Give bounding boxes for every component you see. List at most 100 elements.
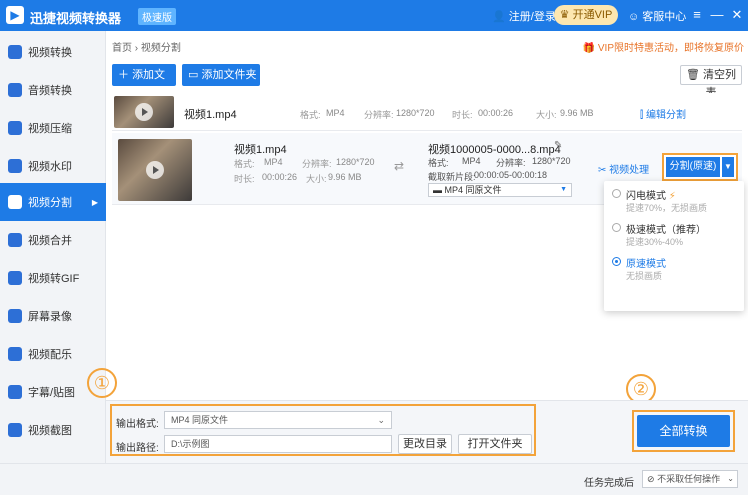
video-compress-icon (8, 121, 22, 135)
sidebar-item-video-gif[interactable]: 视频转GIF (0, 259, 106, 297)
music-icon (8, 347, 22, 361)
file-row[interactable]: 视频1.mp4 格式: MP4 分辨率: 1280*720 时长: 00:00:… (112, 93, 742, 131)
option-title: 原速模式 (626, 259, 666, 270)
status-bar: 任务完成后 ⊘ 不采取任何操作 ⌄ (0, 463, 748, 495)
promo-banner[interactable]: 🎁 VIP限时特惠活动，即将恢复原价 (583, 39, 744, 54)
radio-icon (612, 223, 621, 232)
resolution-value: 1280*720 (396, 108, 435, 118)
sidebar-item-label: 视频转GIF (28, 273, 80, 285)
output-path-input[interactable]: D:\示例图 (164, 435, 392, 453)
app-title: 迅捷视频转换器 (30, 11, 122, 26)
sidebar-item-video-split[interactable]: 视频分割 ▶ (0, 183, 106, 221)
sidebar-item-screen-record[interactable]: 屏幕录像 (0, 297, 106, 335)
user-icon: 👤 (492, 11, 506, 23)
convert-all-highlight: 全部转换 (632, 410, 735, 452)
duration-value: 00:00:26 (262, 172, 298, 182)
format-value: MP4 (326, 108, 345, 118)
minimize-icon[interactable]: — (710, 7, 724, 23)
sidebar-item-label: 视频水印 (28, 161, 72, 173)
split-mode-option-lightning[interactable]: 闪电模式 ⚡ 提速70%，无损画质 (612, 187, 736, 217)
step-marker-one: ① (87, 368, 117, 398)
sidebar-item-label: 视频压缩 (28, 123, 72, 135)
radio-selected-icon (612, 257, 621, 266)
split-mode-dropdown-icon[interactable]: ▼ (722, 157, 734, 177)
scissors-icon: ✂ (598, 165, 607, 176)
split-button[interactable]: 分割(原速) (666, 157, 720, 177)
screen-record-icon (8, 309, 22, 323)
sidebar-item-video-convert[interactable]: 视频转换 (0, 33, 106, 71)
login-label: 注册/登录 (508, 11, 556, 23)
duration-label: 时长: (452, 110, 473, 120)
file-name: 视频1.mp4 (234, 144, 287, 156)
sidebar-item-video-watermark[interactable]: 视频水印 (0, 147, 106, 185)
plus-icon: ＋ (118, 69, 129, 81)
convert-all-button[interactable]: 全部转换 (637, 415, 730, 447)
play-icon[interactable] (146, 161, 164, 179)
gift-icon: 🎁 (582, 43, 596, 54)
size-value: 9.96 MB (328, 172, 362, 182)
breadcrumb-separator: › (134, 43, 139, 54)
crown-icon: ♛ (559, 9, 570, 21)
output-format-label: 输出格式: (116, 419, 159, 430)
chevron-right-icon: ▶ (91, 197, 98, 207)
split-mode-option-fast[interactable]: 极速模式（推荐） 提速30%-40% (612, 221, 736, 251)
vip-button[interactable]: ♛ 开通VIP (554, 5, 618, 25)
split-mode-option-original[interactable]: 原速模式 无损画质 (612, 255, 736, 285)
sidebar-item-video-compress[interactable]: 视频压缩 (0, 109, 106, 147)
option-subtitle: 提速30%-40% (626, 237, 684, 247)
output-format-value: MP4 同原文件 (171, 415, 229, 425)
output-format-select[interactable]: MP4 同原文件 ⌄ (164, 411, 392, 429)
rename-pencil-icon[interactable]: ✎ (554, 140, 562, 151)
sidebar-item-label: 视频截图 (28, 425, 72, 437)
sidebar-item-screenshot[interactable]: 视频截图 (0, 411, 106, 449)
breadcrumb-home[interactable]: 首页 (112, 43, 132, 54)
clip-range: 00:00:05-00:00:18 (474, 170, 548, 180)
video-format-icon: ▬ (433, 185, 442, 195)
chevron-down-icon: ⌄ (377, 415, 385, 425)
vip-label: 开通VIP (572, 9, 613, 21)
open-folder-button[interactable]: 打开文件夹 (458, 434, 532, 454)
add-folder-label: 添加文件夹 (201, 69, 257, 81)
sidebar-item-label: 屏幕录像 (28, 311, 72, 323)
edit-split-label: 编辑分割 (645, 110, 686, 121)
output-resolution-label: 分辨率: (496, 158, 526, 168)
edit-split-link[interactable]: ⫿ 编辑分割 (640, 106, 686, 121)
video-process-link[interactable]: ✂ 视频处理 (598, 161, 649, 176)
chat-icon: ☺ (628, 11, 640, 23)
after-complete-select[interactable]: ⊘ 不采取任何操作 ⌄ (642, 470, 738, 488)
sidebar-item-video-music[interactable]: 视频配乐 (0, 335, 106, 373)
sidebar: 视频转换 音频转换 视频压缩 视频水印 视频分割 ▶ 视频合并 视频转GIF 屏幕… (0, 31, 106, 463)
sidebar-item-label: 视频配乐 (28, 349, 72, 361)
resolution-value: 1280*720 (336, 157, 375, 167)
play-icon[interactable] (135, 103, 153, 121)
option-title: 极速模式（推荐） (626, 225, 706, 236)
size-label: 大小: (536, 110, 557, 120)
sidebar-item-audio-convert[interactable]: 音频转换 (0, 71, 106, 109)
service-link[interactable]: ☺ 客服中心 (628, 8, 686, 24)
audio-convert-icon (8, 83, 22, 97)
menu-icon[interactable]: ≡ (690, 7, 704, 23)
add-folder-button[interactable]: ▭ 添加文件夹 (182, 64, 260, 86)
output-path-label: 输出路径: (116, 443, 159, 454)
block-icon: ⊘ (647, 474, 655, 484)
folder-icon: ▭ (188, 69, 199, 81)
change-directory-button[interactable]: 更改目录 (398, 434, 452, 454)
video-watermark-icon (8, 159, 22, 173)
format-select[interactable]: ▬ MP4 同原文件 ▼ (428, 183, 572, 197)
video-thumbnail (114, 96, 174, 128)
close-icon[interactable]: ✕ (730, 7, 744, 23)
sidebar-item-video-merge[interactable]: 视频合并 (0, 221, 106, 259)
output-resolution-value: 1280*720 (532, 156, 571, 166)
breadcrumb: 首页 › 视频分割 (112, 39, 181, 54)
trash-icon: 🗑 (685, 69, 700, 81)
login-link[interactable]: 👤 注册/登录 (492, 8, 556, 24)
after-complete-value: 不采取任何操作 (657, 474, 721, 484)
resolution-label: 分辨率: (302, 159, 332, 169)
clear-list-button[interactable]: 🗑 清空列表 (680, 65, 742, 99)
format-select-value: MP4 同原文件 (444, 185, 502, 195)
add-file-button[interactable]: ＋ 添加文件 (112, 64, 176, 103)
subtitle-icon (8, 385, 22, 399)
split-icon: ⫿ (640, 110, 644, 121)
format-value: MP4 (264, 157, 283, 167)
video-merge-icon (8, 233, 22, 247)
